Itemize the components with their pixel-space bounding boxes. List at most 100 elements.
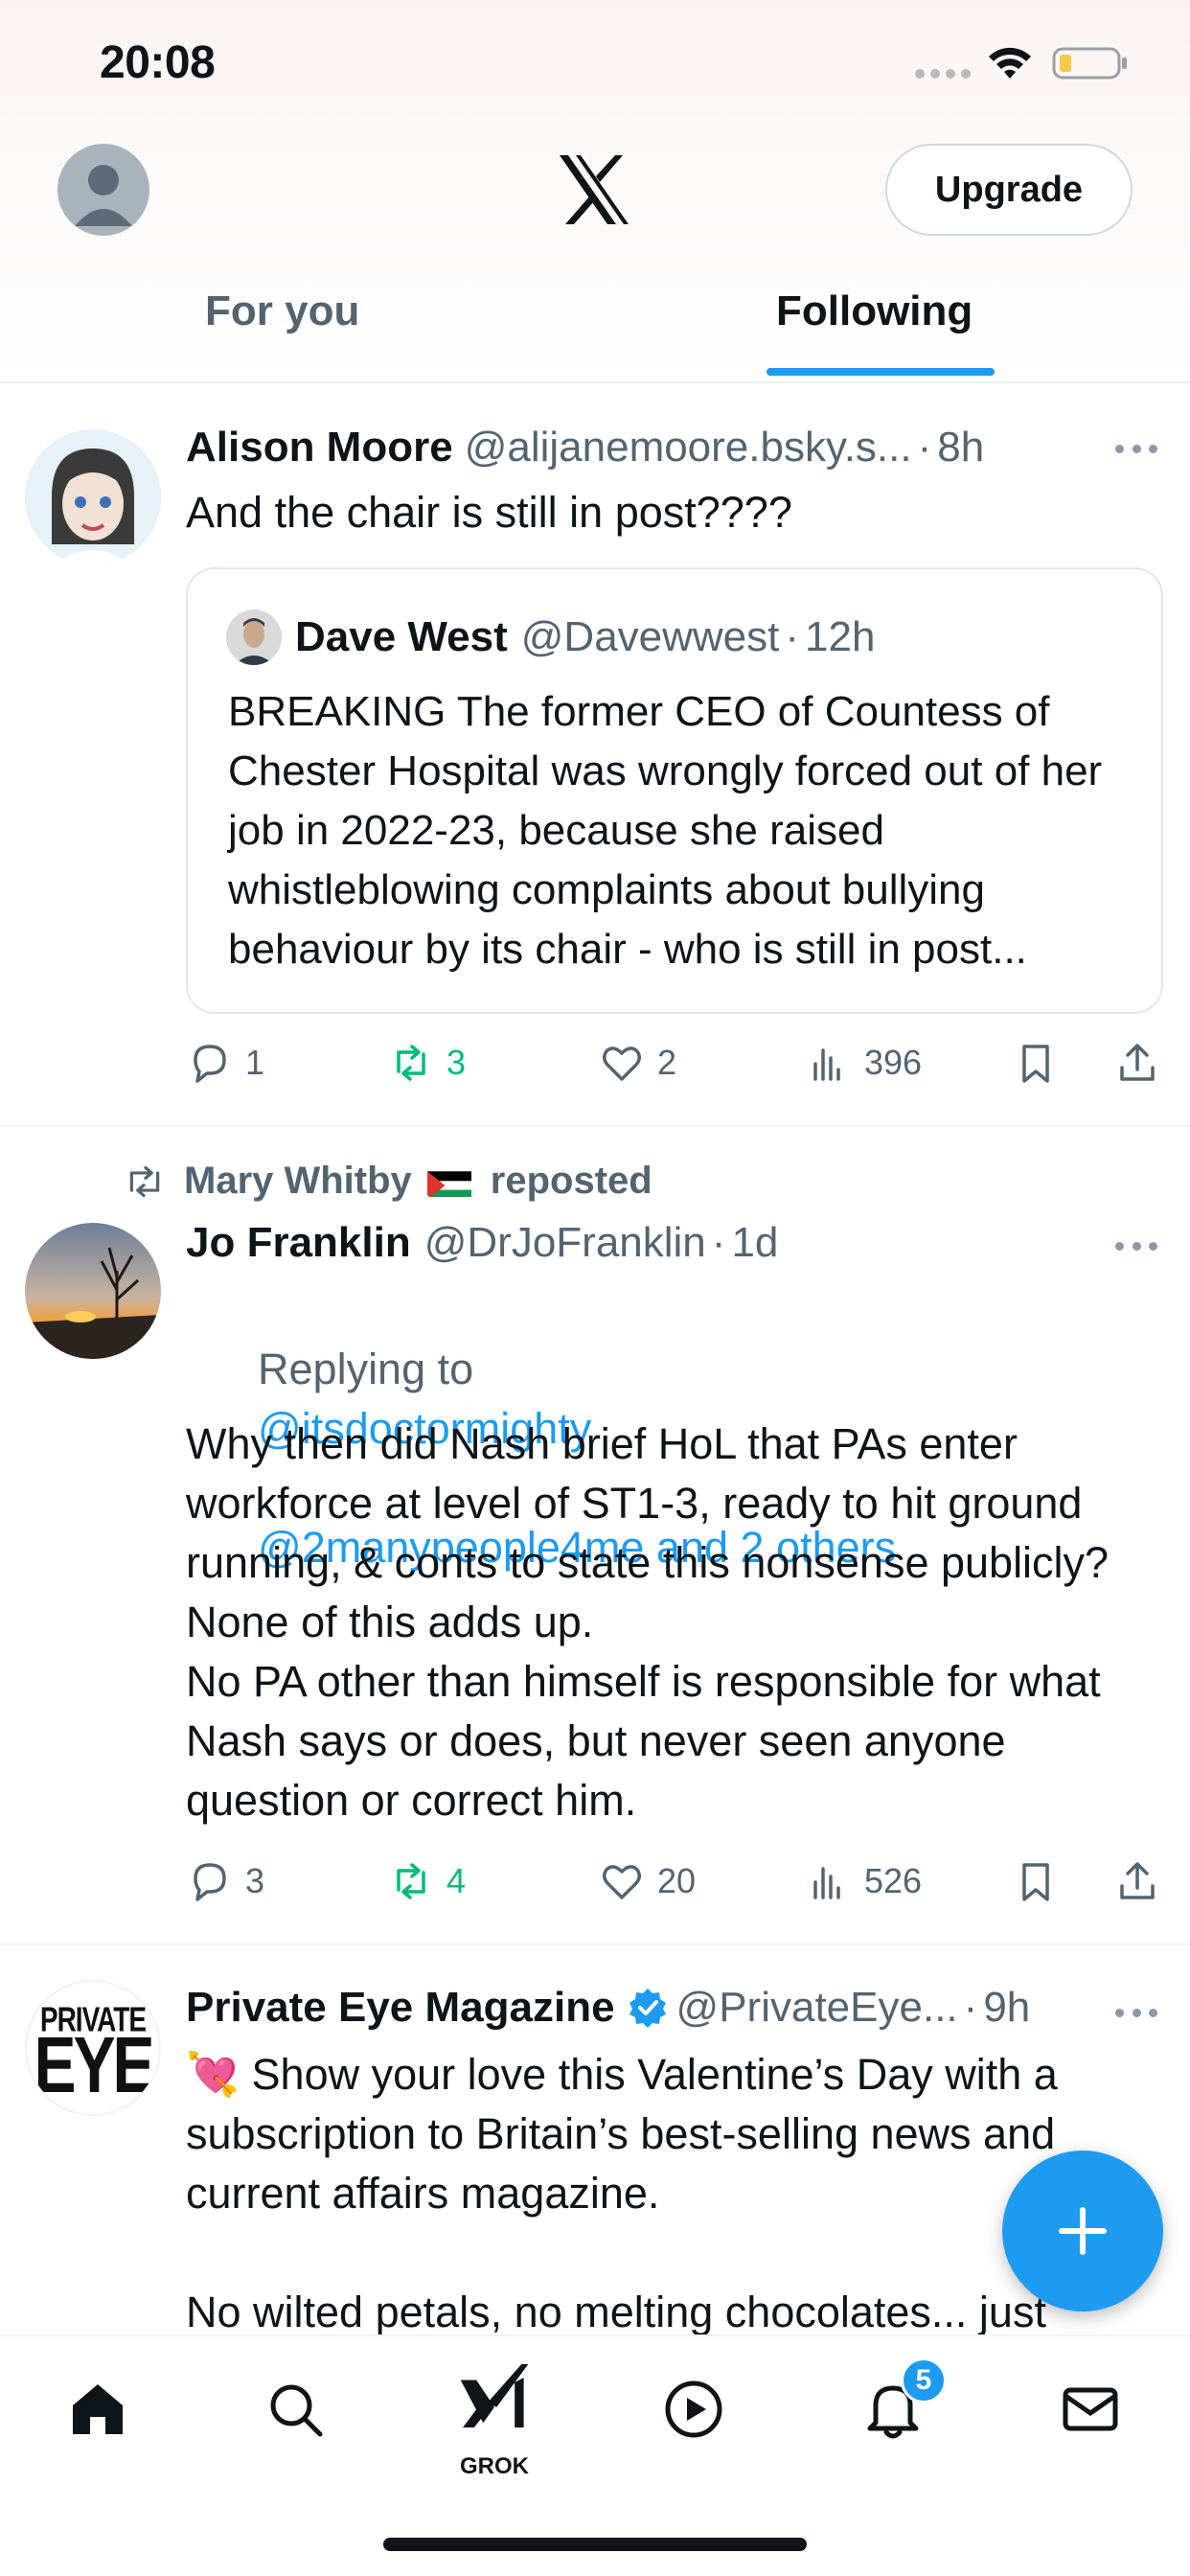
author-name[interactable]: Private Eye Magazine [186,1984,615,2032]
repost-count: 3 [446,1043,467,1082]
quoted-author-name: Dave West [295,613,508,660]
tweet-header: Jo Franklin @DrJoFranklin · 1d [186,1219,779,1267]
battery-icon [1052,47,1127,80]
plus-icon [1059,2207,1107,2255]
repost-button[interactable]: 3 [387,1039,466,1087]
status-time: 20:08 [100,37,216,88]
reply-button[interactable]: 3 [186,1857,264,1905]
top-header: Upgrade For you Following [0,134,1190,383]
tweet-text: 💘 Show your love this Valentine’s Day wi… [186,2050,1058,2336]
more-options-icon[interactable] [1115,2009,1157,2020]
repost-icon [129,1165,160,1197]
home-indicator [383,2538,807,2551]
heart-icon [603,1865,641,1899]
bookmark-icon [1022,1863,1049,1901]
avatar [226,610,282,665]
reply-count: 3 [245,1861,265,1900]
like-count: 20 [657,1861,697,1900]
home-icon [73,2384,123,2434]
wifi-icon [989,47,1031,79]
profile-avatar[interactable] [57,144,149,236]
timeline-tabs: For you Following [0,278,1190,383]
views-button[interactable]: 396 [805,1039,922,1087]
views-chart-icon [813,1867,840,1899]
reply-icon [194,1045,226,1083]
like-count: 2 [657,1043,677,1082]
reply-count: 1 [245,1043,265,1082]
author-name[interactable]: Alison Moore [186,424,453,472]
tweet-text: Why then did Nash brief HoL that PAs ent… [186,1419,1110,1825]
avatar[interactable] [25,429,161,565]
grok-icon [460,2364,529,2427]
palestine-flag-icon [426,1166,475,1197]
grok-label: GROK [460,2453,529,2479]
nav-messages[interactable] [1052,2371,1129,2448]
tweet-header: Alison Moore @alijanemoore.bsky.s... · 8… [186,424,985,472]
nav-video[interactable] [655,2371,732,2448]
upgrade-button[interactable]: Upgrade [885,144,1133,236]
tweet-header: Private Eye Magazine @PrivateEye... · 9h [186,1984,1031,2032]
like-button[interactable]: 2 [598,1039,676,1087]
x-logo-icon[interactable] [556,151,632,228]
views-button[interactable]: 526 [805,1857,922,1905]
share-button[interactable] [1113,1857,1173,1905]
share-icon [1120,1044,1155,1081]
repost-icon [397,1045,425,1081]
avatar-text: EYE [34,2019,154,2109]
search-icon [270,2384,323,2437]
bookmark-button[interactable] [1012,1039,1071,1087]
tab-for-you[interactable]: For you [205,278,359,383]
quoted-tweet-header: Dave West @Davewwest · 12h [226,610,875,665]
repost-button[interactable]: 4 [387,1857,466,1905]
nav-search[interactable] [257,2371,333,2448]
video-play-icon [665,2380,722,2438]
nav-home[interactable] [59,2371,136,2448]
bookmark-icon [1022,1045,1049,1083]
quoted-author-handle: @Davewwest [520,613,780,660]
bookmark-button[interactable] [1012,1857,1071,1905]
tweet[interactable]: Mary Whitby reposted Jo Franklin @DrJoFr… [0,1127,1190,1945]
avatar[interactable] [25,1223,161,1359]
heart-icon [603,1046,641,1081]
reposted-label: reposted [490,1160,652,1202]
status-bar: 20:08 [0,0,1190,134]
more-options-icon[interactable] [1115,445,1157,456]
verified-badge-icon [629,1989,666,2028]
reply-button[interactable]: 1 [186,1039,264,1087]
author-handle[interactable]: @alijanemoore.bsky.s... [465,424,912,472]
tweet-actions: 3 4 20 526 [186,1857,1163,1915]
compose-button[interactable] [1002,2150,1163,2312]
quoted-tweet[interactable]: Dave West @Davewwest · 12h BREAKING The … [186,567,1163,1014]
author-name[interactable]: Jo Franklin [186,1219,411,1267]
quoted-tweet-time: 12h [805,613,876,660]
tweet-actions: 1 3 2 396 [186,1039,1163,1096]
reposted-by: Mary Whitby reposted [123,1160,652,1203]
mail-icon [1063,2387,1118,2431]
views-count: 396 [864,1043,923,1082]
tweet-time[interactable]: 1d [731,1219,778,1267]
like-button[interactable]: 20 [598,1857,696,1905]
reply-icon [194,1863,226,1901]
views-chart-icon [813,1048,840,1081]
author-handle[interactable]: @PrivateEye... [676,1984,958,2032]
tweet-time[interactable]: 8h [937,424,984,472]
cellular-signal-icon [915,69,971,79]
share-button[interactable] [1113,1039,1173,1087]
share-icon [1120,1862,1155,1899]
quoted-tweet-text: BREAKING The former CEO of Countess of C… [228,688,1103,973]
repost-count: 4 [446,1861,467,1900]
notification-count-badge: 5 [901,2358,947,2404]
avatar[interactable]: PRIVATE EYE [25,1980,161,2116]
tweet[interactable]: PRIVATE EYE Private Eye Magazine @Privat… [0,1945,1190,2348]
repost-icon [397,1863,425,1899]
active-tab-indicator [767,368,995,376]
replying-label: Replying to [258,1345,474,1393]
more-options-icon[interactable] [1115,1242,1157,1254]
author-handle[interactable]: @DrJoFranklin [424,1219,706,1267]
tweet-text: And the chair is still in post???? [186,488,792,537]
tweet[interactable]: Alison Moore @alijanemoore.bsky.s... · 8… [0,395,1190,1127]
tweet-time[interactable]: 9h [983,1984,1030,2032]
reposter-name[interactable]: Mary Whitby [184,1160,412,1203]
nav-grok[interactable]: GROK [456,2358,533,2479]
views-count: 526 [864,1861,923,1900]
